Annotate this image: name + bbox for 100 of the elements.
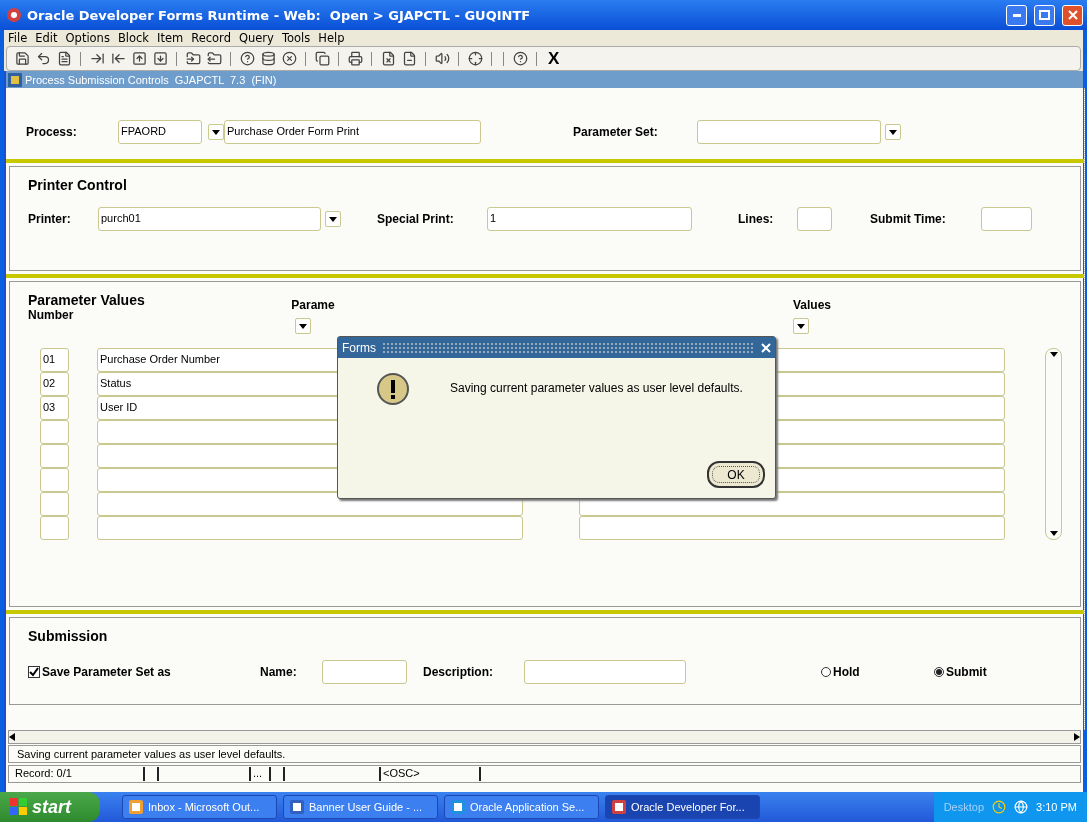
field-label: Parameter Set: [573,125,659,139]
exit-button[interactable]: X [548,48,560,69]
dropdown-button[interactable] [295,318,311,334]
radio-button[interactable] [934,667,944,677]
undo-icon [35,51,51,66]
maximize-button[interactable] [1034,4,1055,26]
printer-field[interactable]: purch01 [98,207,321,231]
number-field[interactable]: 02 [40,372,69,396]
close-icon[interactable] [761,342,771,353]
minimize-button[interactable] [1006,4,1027,26]
close-button[interactable] [1062,4,1083,26]
parameter-set-field[interactable] [697,120,881,144]
menu-item[interactable]: Help [318,31,345,45]
close-icon [1067,10,1078,20]
number-field[interactable]: 01 [40,348,69,372]
dropdown-button[interactable] [885,124,901,140]
folder-icon [185,51,201,66]
parameter-field[interactable] [97,516,523,540]
toolbar-button[interactable] [130,49,148,68]
dropdown-button[interactable] [793,318,809,334]
document-icon [56,51,72,66]
menu-item[interactable]: File [8,31,28,45]
scroll-left-icon[interactable] [9,733,15,741]
taskbar-item[interactable]: Oracle Developer For... [605,795,760,819]
toolbar-button[interactable] [466,49,484,68]
special-print-field[interactable]: 1 [487,207,692,231]
value-field[interactable] [579,516,1005,540]
section-title: Printer Control [28,177,127,193]
menu-item[interactable]: Options [65,31,110,45]
taskbar-item[interactable]: Oracle Application Se... [444,795,599,819]
arrow-left-icon [110,51,126,66]
app-icon [6,7,22,23]
toolbar-button[interactable] [259,49,277,68]
section-title: Submission [28,628,108,644]
toolbar-button[interactable] [13,49,31,68]
menu-item[interactable]: Query [238,31,274,45]
number-field[interactable] [40,492,69,516]
menu-item[interactable]: Item [157,31,184,45]
toolbar-button[interactable] [511,49,529,68]
dropdown-arrow-icon [889,129,897,135]
arrow-right-icon [89,51,105,66]
taskbar-item[interactable]: Inbox - Microsoft Out... [122,795,277,819]
scroll-right-icon[interactable] [1074,733,1080,741]
warning-icon [376,372,410,406]
windows-logo-icon [10,798,28,816]
description-field[interactable] [524,660,686,684]
number-field[interactable] [40,468,69,492]
toolbar-button[interactable] [151,49,169,68]
clock-icon [992,800,1007,814]
toolbar-button[interactable] [238,49,256,68]
field-label: Special Print: [377,212,455,226]
taskbar-item[interactable]: Banner User Guide - ... [283,795,438,819]
toolbar-button[interactable] [346,49,364,68]
folder-icon [206,51,222,66]
maximize-icon [1039,10,1050,20]
dropdown-arrow-icon [1049,352,1058,357]
clock-time: 3:10 PM [1036,801,1077,813]
field-label: Lines: [738,212,775,226]
menu-item[interactable]: Block [117,31,149,45]
submit-time-field[interactable] [981,207,1032,231]
number-field[interactable] [40,516,69,540]
radio-label: Hold [833,665,860,679]
start-button[interactable]: start [0,792,100,822]
save-icon [14,51,30,66]
lines-field[interactable] [797,207,832,231]
field-label: Description: [423,665,494,679]
process-description-field[interactable]: Purchase Order Form Print [224,120,481,144]
window-icon [451,800,465,814]
number-field[interactable] [40,420,69,444]
dropdown-button[interactable] [208,124,224,140]
window-icon [612,800,626,814]
menu-item[interactable]: Record [191,31,231,45]
vertical-scrollbar[interactable] [1045,348,1062,540]
status-message: Saving current parameter values as user level defaults. [8,745,1081,763]
number-field[interactable]: 03 [40,396,69,420]
toolbar-button[interactable] [313,49,331,68]
arrow-down-icon [152,51,168,66]
menu-item[interactable]: Tools [281,31,311,45]
field-label: Name: [260,665,298,679]
menu-item[interactable]: Edit [35,31,58,45]
crosshair-icon [467,51,483,66]
process-code-field[interactable]: FPAORD [118,120,202,144]
radio-button[interactable] [821,667,831,677]
document-icon [401,51,417,66]
speaker-icon [434,51,450,66]
column-header: Parame [291,298,335,312]
horizontal-scrollbar[interactable] [8,730,1081,744]
radio-label: Submit [946,665,987,679]
print-icon [347,51,363,66]
minimize-icon [1012,13,1021,17]
name-field[interactable] [322,660,407,684]
dropdown-button[interactable] [325,211,341,227]
ok-button[interactable]: OK [707,461,765,488]
document-icon [380,51,396,66]
window-title: Oracle Developer Forms Runtime - Web: Open > GJAPCTL - GUQINTF [27,7,532,23]
number-field[interactable] [40,444,69,468]
copy-icon [314,51,330,66]
save-parameter-checkbox[interactable] [28,666,40,678]
dropdown-arrow-icon [1049,531,1058,536]
toolbar-button[interactable] [280,49,298,68]
